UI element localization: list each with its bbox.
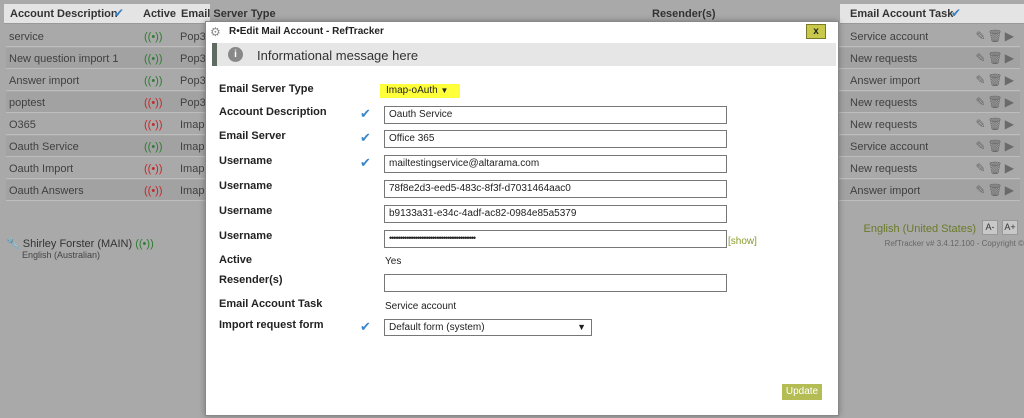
signal-icon: ((•)) <box>144 185 163 197</box>
label-active: Active <box>219 254 253 266</box>
gear-icon: ⚙ <box>210 25 221 39</box>
close-button[interactable]: x <box>806 24 826 39</box>
dialog-title: R•Edit Mail Account - RefTracker <box>229 26 384 37</box>
edit-mail-account-dialog: ⚙ R•Edit Mail Account - RefTracker x i I… <box>205 21 839 416</box>
current-user[interactable]: 🔧 Shirley Forster (MAIN) ((•)) English (… <box>6 237 154 260</box>
check-icon: ✔ <box>360 130 371 145</box>
row-task: New requests <box>850 119 918 131</box>
row-actions-icons[interactable]: ✎🗑▶ <box>975 139 1016 153</box>
col-resender[interactable]: Resender(s) <box>652 8 716 20</box>
row-server-type: Pop3 <box>180 97 206 109</box>
row-task: Answer import <box>850 185 921 197</box>
row-server-type: Imap <box>180 185 205 197</box>
signal-icon: ((•)) <box>144 141 163 153</box>
font-smaller-button[interactable]: A- <box>982 220 998 235</box>
row-server-type: Imap <box>180 141 205 153</box>
row-description: Oauth Service <box>9 141 79 153</box>
user-language: English (Australian) <box>22 250 101 260</box>
font-larger-button[interactable]: A+ <box>1002 220 1018 235</box>
email-server-input[interactable]: Office 365 <box>384 130 727 148</box>
row-description: New question import 1 <box>9 53 119 65</box>
label-username: Username <box>219 155 273 167</box>
check-icon: ✔ <box>360 106 371 121</box>
show-secret-link[interactable]: [show] <box>728 236 757 247</box>
active-value: Yes <box>385 256 402 267</box>
row-description: Answer import <box>9 75 80 87</box>
label-username: Username <box>219 205 273 217</box>
import-request-form-select[interactable]: Default form (system) ▼ <box>384 319 592 336</box>
row-task: Answer import <box>850 75 921 87</box>
row-server-type: Pop3 <box>180 75 206 87</box>
update-button[interactable]: Update <box>782 384 822 400</box>
language-selector[interactable]: English (United States) <box>864 223 977 235</box>
row-actions-icons[interactable]: ✎🗑▶ <box>975 51 1016 65</box>
tenant-id-input[interactable]: b9133a31-e34c-4adf-ac82-0984e85a5379 <box>384 205 727 223</box>
client-id-input[interactable]: 78f8e2d3-eed5-483c-8f3f-d7031464aac0 <box>384 180 727 198</box>
chevron-down-icon: ▼ <box>440 86 449 95</box>
resender-input[interactable] <box>384 274 727 292</box>
label-email-account-task: Email Account Task <box>219 298 323 310</box>
username-input[interactable]: mailtestingservice@altarama.com <box>384 155 727 173</box>
check-icon: ✔ <box>114 6 125 20</box>
signal-icon: ((•)) <box>144 53 163 65</box>
check-icon: ✔ <box>360 319 371 334</box>
row-actions-icons[interactable]: ✎🗑▶ <box>975 29 1016 43</box>
signal-icon: ((•)) <box>144 163 163 175</box>
label-email-server-type: Email Server Type <box>219 83 314 95</box>
email-account-task-value: Service account <box>385 301 457 312</box>
label-resender: Resender(s) <box>219 274 283 286</box>
label-account-description: Account Description <box>219 106 327 118</box>
chevron-down-icon: ▼ <box>577 322 586 332</box>
col-email-account-task[interactable]: Email Account Task <box>850 8 953 20</box>
row-task: Service account <box>850 141 929 153</box>
signal-icon: ((•)) <box>144 119 163 131</box>
check-icon: ✔ <box>951 6 962 20</box>
signal-icon: ((•)) <box>144 31 163 43</box>
wrench-icon: 🔧 <box>6 238 20 250</box>
row-actions-icons[interactable]: ✎🗑▶ <box>975 73 1016 87</box>
col-active[interactable]: Active <box>143 8 176 20</box>
label-username: Username <box>219 230 273 242</box>
col-email-server-type[interactable]: Email Server Type <box>181 8 276 20</box>
label-import-request-form: Import request form <box>219 319 324 331</box>
dialog-titlebar[interactable]: ⚙ R•Edit Mail Account - RefTracker x <box>206 22 838 42</box>
secret-input[interactable]: •••••••••••••••••••••••••••••••••••••••• <box>384 230 727 248</box>
row-actions-icons[interactable]: ✎🗑▶ <box>975 161 1016 175</box>
col-account-description[interactable]: Account Description <box>10 8 118 20</box>
row-description: poptest <box>9 97 46 109</box>
row-description: O365 <box>9 119 36 131</box>
row-server-type: Pop3 <box>180 31 206 43</box>
email-server-type-value: Imap-oAuth <box>386 85 438 96</box>
check-icon: ✔ <box>360 155 371 170</box>
row-actions-icons[interactable]: ✎🗑▶ <box>975 95 1016 109</box>
row-description: Oauth Answers <box>9 185 84 197</box>
row-task: New requests <box>850 97 918 109</box>
row-task: New requests <box>850 163 918 175</box>
signal-icon: ((•)) <box>144 75 163 87</box>
row-server-type: Imap <box>180 163 205 175</box>
row-server-type: Pop3 <box>180 53 206 65</box>
version-text: RefTracker v# 3.4.12.100 - Copyright © <box>884 239 1024 248</box>
info-message-bar: i Informational message here <box>212 43 836 66</box>
label-username: Username <box>219 180 273 192</box>
email-server-type-select[interactable]: Imap-oAuth ▼ <box>380 84 460 98</box>
row-server-type: Imap <box>180 119 205 131</box>
row-description: Oauth Import <box>9 163 74 175</box>
row-task: Service account <box>850 31 929 43</box>
row-actions-icons[interactable]: ✎🗑▶ <box>975 117 1016 131</box>
signal-icon: ((•)) <box>144 97 163 109</box>
import-request-form-value: Default form (system) <box>389 322 485 333</box>
account-description-input[interactable]: Oauth Service <box>384 106 727 124</box>
user-name: Shirley Forster (MAIN) <box>22 238 133 250</box>
info-icon: i <box>228 47 243 62</box>
row-actions-icons[interactable]: ✎🗑▶ <box>975 183 1016 197</box>
label-email-server: Email Server <box>219 130 286 142</box>
signal-icon: ((•)) <box>135 238 154 250</box>
row-task: New requests <box>850 53 918 65</box>
row-description: service <box>9 31 44 43</box>
info-message: Informational message here <box>257 48 419 63</box>
